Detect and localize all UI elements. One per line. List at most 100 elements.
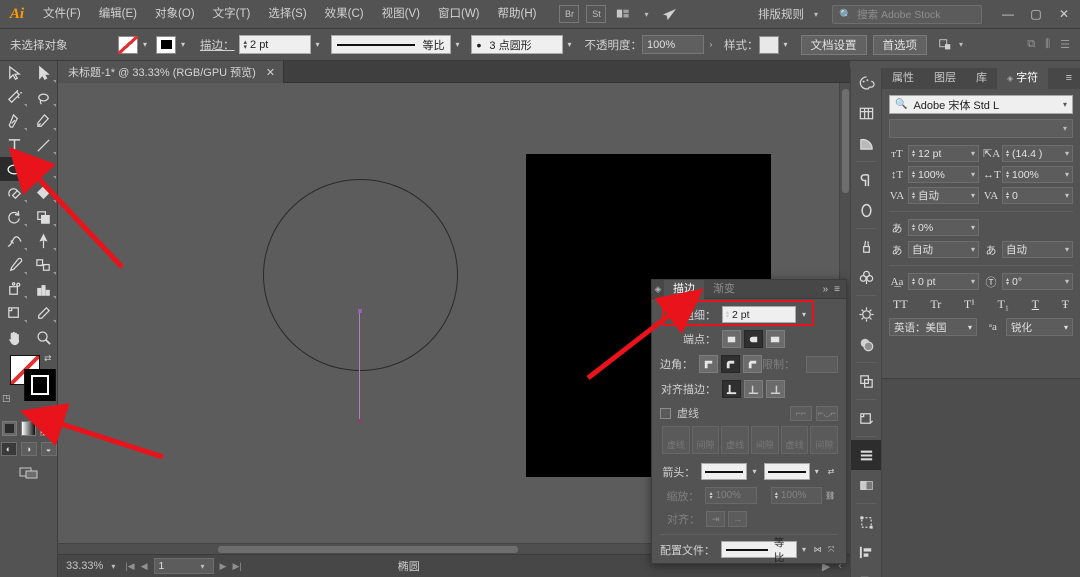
align-panel-icon[interactable] [851,537,881,567]
all-caps-button[interactable]: TT [893,297,908,312]
tab-libraries[interactable]: 库 [966,68,997,89]
kerning-field[interactable]: VA ▴ ▾ 自动 ▾ [889,187,979,204]
font-family-chevron-down-icon[interactable]: ▾ [1063,100,1067,109]
gradient-panel-icon[interactable] [851,128,881,158]
artboards-panel-icon[interactable] [851,403,881,433]
superscript-button[interactable]: T¹ [964,297,975,312]
panel-collapse-icon[interactable]: » [823,284,829,295]
window-close-button[interactable]: ✕ [1050,0,1078,29]
preferences-button[interactable]: 首选项 [872,34,927,55]
page-nav-last[interactable]: ▶| [232,561,241,572]
stroke-weight-input[interactable]: ▴ ▾ 2 pt [238,35,311,54]
stroke-color-swatch[interactable] [24,369,56,401]
antialias-chevron-down-icon[interactable]: ▾ [1064,323,1068,332]
page-nav-next[interactable]: ▶ [220,561,227,572]
align-inside-button[interactable] [744,380,763,398]
proportional-spacing-chevron-down-icon[interactable]: ▾ [971,223,975,232]
menu-edit[interactable]: 编辑(E) [90,0,146,29]
distribute-icon[interactable]: ⫼ [1045,38,1050,51]
width-profile-select[interactable]: 等比 [721,537,798,564]
zoom-tool[interactable] [29,325,58,349]
character-rotation-input[interactable]: ▴ ▾ 0° ▾ [1002,273,1073,290]
brush-definition-select[interactable]: • 3 点圆形 [470,35,563,54]
brush-chevron-down-icon[interactable]: ▾ [563,36,577,54]
shaper-tool[interactable] [0,181,29,205]
flip-across-icon[interactable]: ⤧ [824,541,838,558]
baseline-shift-field[interactable]: A͟a ▴ ▾ 0 pt ▾ [889,273,979,290]
stroke-weight-chevron-down-icon[interactable]: ▾ [311,36,325,54]
dash-preserve-exact-button[interactable]: ⌐⌐ [790,405,812,421]
blob-brush-tool[interactable] [29,181,58,205]
transform-icon[interactable] [935,36,955,54]
font-size-stepper[interactable]: ▴ ▾ [912,149,915,159]
zoom-chevron-down-icon[interactable]: ▾ [107,562,119,571]
stroke-swatch[interactable] [156,35,176,54]
width-tool[interactable] [0,229,29,253]
panel-stroke-weight-input[interactable]: ▴ ▾ 2 pt [722,306,796,323]
selection-tool[interactable] [0,61,29,85]
swap-fill-stroke-icon[interactable]: ⇄ [44,353,52,364]
default-fill-stroke-icon[interactable]: ◳ [2,393,11,404]
opacity-expand-icon[interactable]: › [704,36,718,54]
mojikumi-chevron-down-icon[interactable]: ▾ [1065,245,1069,254]
vertical-scale-input[interactable]: ▴ ▾ 100% ▾ [908,166,979,183]
line-segment-tool[interactable] [29,133,58,157]
character-rotation-stepper[interactable]: ▴ ▾ [1006,277,1009,287]
dash-align-corners-button[interactable]: ⌐◡⌐ [816,405,838,421]
vertical-path-segment[interactable] [357,309,362,423]
arrange-chevron-down-icon[interactable]: ▾ [640,10,652,19]
menu-window[interactable]: 窗口(W) [429,0,489,29]
stroke-profile-select[interactable]: 等比 [330,35,451,54]
proportional-spacing-input[interactable]: ▴ ▾ 0% ▾ [908,219,979,236]
proportional-spacing-stepper[interactable]: ▴ ▾ [912,223,915,233]
close-icon[interactable]: ✕ [266,66,275,79]
vertical-scale-chevron-down-icon[interactable]: ▾ [971,170,975,179]
flip-along-icon[interactable]: ⋈ [811,541,825,558]
paragraph-panel-icon[interactable] [851,165,881,195]
menu-select[interactable]: 选择(S) [259,0,315,29]
horizontal-scale-chevron-down-icon[interactable]: ▾ [1065,170,1069,179]
column-graph-tool[interactable] [29,277,58,301]
panel-options-icon[interactable]: ☰ [1060,38,1070,51]
horizontal-scroll-thumb[interactable] [218,546,518,553]
horizontal-scale-field[interactable]: ↔T ▴ ▾ 100% ▾ [983,166,1073,183]
brushes-panel-icon[interactable] [851,232,881,262]
tab-stroke[interactable]: 描边 [664,279,704,299]
menu-view[interactable]: 视图(V) [373,0,429,29]
round-join-button[interactable] [721,355,740,373]
menu-file[interactable]: 文件(F) [34,0,90,29]
leading-field[interactable]: ⇱A ▴ ▾ (14.4 ) ▾ [983,145,1073,162]
underline-button[interactable]: T [1032,297,1039,312]
vertical-scroll-thumb[interactable] [842,89,849,193]
rotate-tool[interactable] [0,205,29,229]
panel-weight-chevron-down-icon[interactable]: ▾ [796,306,812,323]
panel-weight-stepper[interactable]: ▴ ▾ [726,310,729,320]
vertical-scale-stepper[interactable]: ▴ ▾ [912,170,915,180]
arrange-rule-label[interactable]: 排版规则 [752,6,810,22]
type-tool[interactable] [0,133,29,157]
window-maximize-button[interactable]: ▢ [1022,0,1050,29]
round-cap-button[interactable] [744,330,763,348]
arrowhead-start-select[interactable] [701,463,748,480]
language-chevron-down-icon[interactable]: ▾ [968,323,972,332]
artboard-tool[interactable] [0,301,29,325]
layers-panel-icon[interactable] [851,366,881,396]
draw-behind-button[interactable]: ◑ [20,442,37,456]
color-mode-button[interactable] [2,421,17,436]
arrange-documents-icon[interactable] [613,5,633,23]
stroke-chevron-down-icon[interactable]: ▾ [176,36,190,54]
none-mode-button[interactable] [40,421,55,436]
blend-tool[interactable] [29,253,58,277]
character-rotation-chevron-down-icon[interactable]: ▾ [1065,277,1069,286]
font-style-select[interactable]: ▾ [889,119,1073,138]
change-screen-mode-icon[interactable] [18,464,40,480]
menu-effect[interactable]: 效果(C) [316,0,373,29]
stroke-profile-chevron-down-icon[interactable]: ▾ [451,36,465,54]
pathfinder-icon[interactable] [851,567,881,577]
font-size-input[interactable]: ▴ ▾ 12 pt ▾ [908,145,979,162]
horizontal-scale-stepper[interactable]: ▴ ▾ [1006,170,1009,180]
draw-inside-button[interactable]: ◒ [40,442,57,456]
panel-menu-icon[interactable]: ≡ [834,284,840,295]
fill-chevron-down-icon[interactable]: ▾ [138,36,152,54]
leading-stepper[interactable]: ▴ ▾ [1006,149,1009,159]
